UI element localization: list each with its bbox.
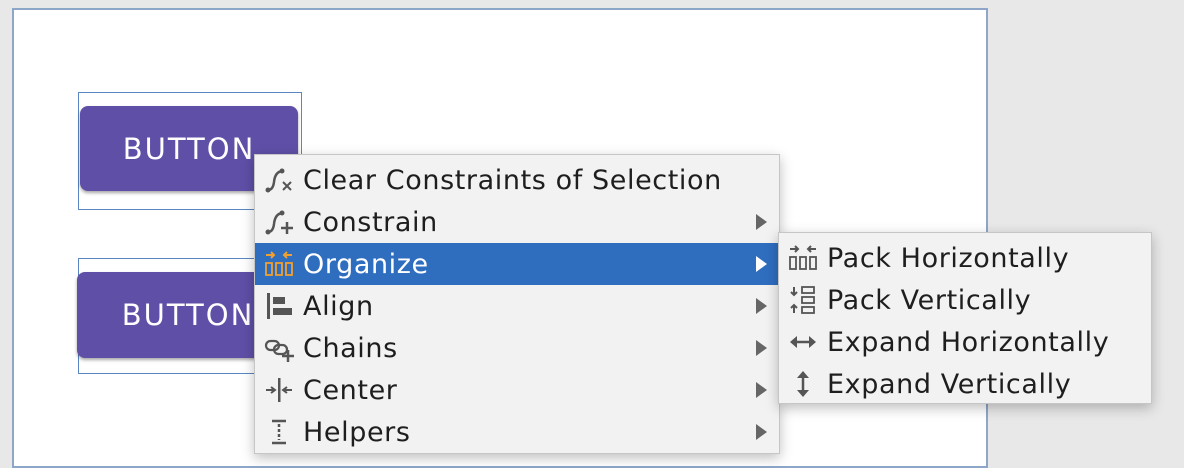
submenu-item-label: Expand Horizontally <box>827 326 1110 358</box>
expand-horizontally-icon <box>785 324 821 360</box>
layout-button-2-label: BUTTON <box>121 298 255 332</box>
submenu-arrow-icon <box>756 340 767 356</box>
menu-item-label: Center <box>303 374 398 406</box>
menu-item-constrain[interactable]: Constrain <box>255 201 779 243</box>
menu-item-clear-constraints[interactable]: Clear Constraints of Selection <box>255 159 779 201</box>
organize-submenu: Pack Horizontally Pack Vertically Expand… <box>778 232 1152 404</box>
organize-icon <box>261 246 297 282</box>
pack-horizontally-icon <box>785 240 821 276</box>
menu-item-label: Organize <box>303 248 429 280</box>
clear-constraints-icon <box>261 162 297 198</box>
menu-item-chains[interactable]: Chains <box>255 327 779 369</box>
context-menu: Clear Constraints of Selection Constrain… <box>254 154 780 454</box>
submenu-item-expand-horizontally[interactable]: Expand Horizontally <box>779 321 1151 363</box>
menu-item-label: Constrain <box>303 206 438 238</box>
menu-item-label: Align <box>303 290 374 322</box>
menu-item-organize[interactable]: Organize <box>255 243 779 285</box>
layout-button-1-label: BUTTON <box>122 131 256 166</box>
submenu-item-label: Pack Vertically <box>827 284 1032 316</box>
helpers-icon <box>261 414 297 450</box>
menu-item-label: Helpers <box>303 416 411 448</box>
submenu-item-label: Pack Horizontally <box>827 242 1070 274</box>
menu-item-label: Chains <box>303 332 398 364</box>
center-icon <box>261 372 297 408</box>
constrain-icon <box>261 204 297 240</box>
submenu-arrow-icon <box>756 298 767 314</box>
menu-item-label: Clear Constraints of Selection <box>303 164 722 196</box>
pack-vertically-icon <box>785 282 821 318</box>
menu-item-align[interactable]: Align <box>255 285 779 327</box>
submenu-arrow-icon <box>756 214 767 230</box>
menu-item-center[interactable]: Center <box>255 369 779 411</box>
submenu-arrow-icon <box>756 424 767 440</box>
expand-vertically-icon <box>785 366 821 402</box>
submenu-item-label: Expand Vertically <box>827 368 1072 400</box>
chains-icon <box>261 330 297 366</box>
submenu-item-pack-vertically[interactable]: Pack Vertically <box>779 279 1151 321</box>
submenu-arrow-icon <box>756 382 767 398</box>
submenu-arrow-icon <box>756 256 767 272</box>
align-icon <box>261 288 297 324</box>
submenu-item-pack-horizontally[interactable]: Pack Horizontally <box>779 237 1151 279</box>
submenu-item-expand-vertically[interactable]: Expand Vertically <box>779 363 1151 405</box>
menu-item-helpers[interactable]: Helpers <box>255 411 779 453</box>
